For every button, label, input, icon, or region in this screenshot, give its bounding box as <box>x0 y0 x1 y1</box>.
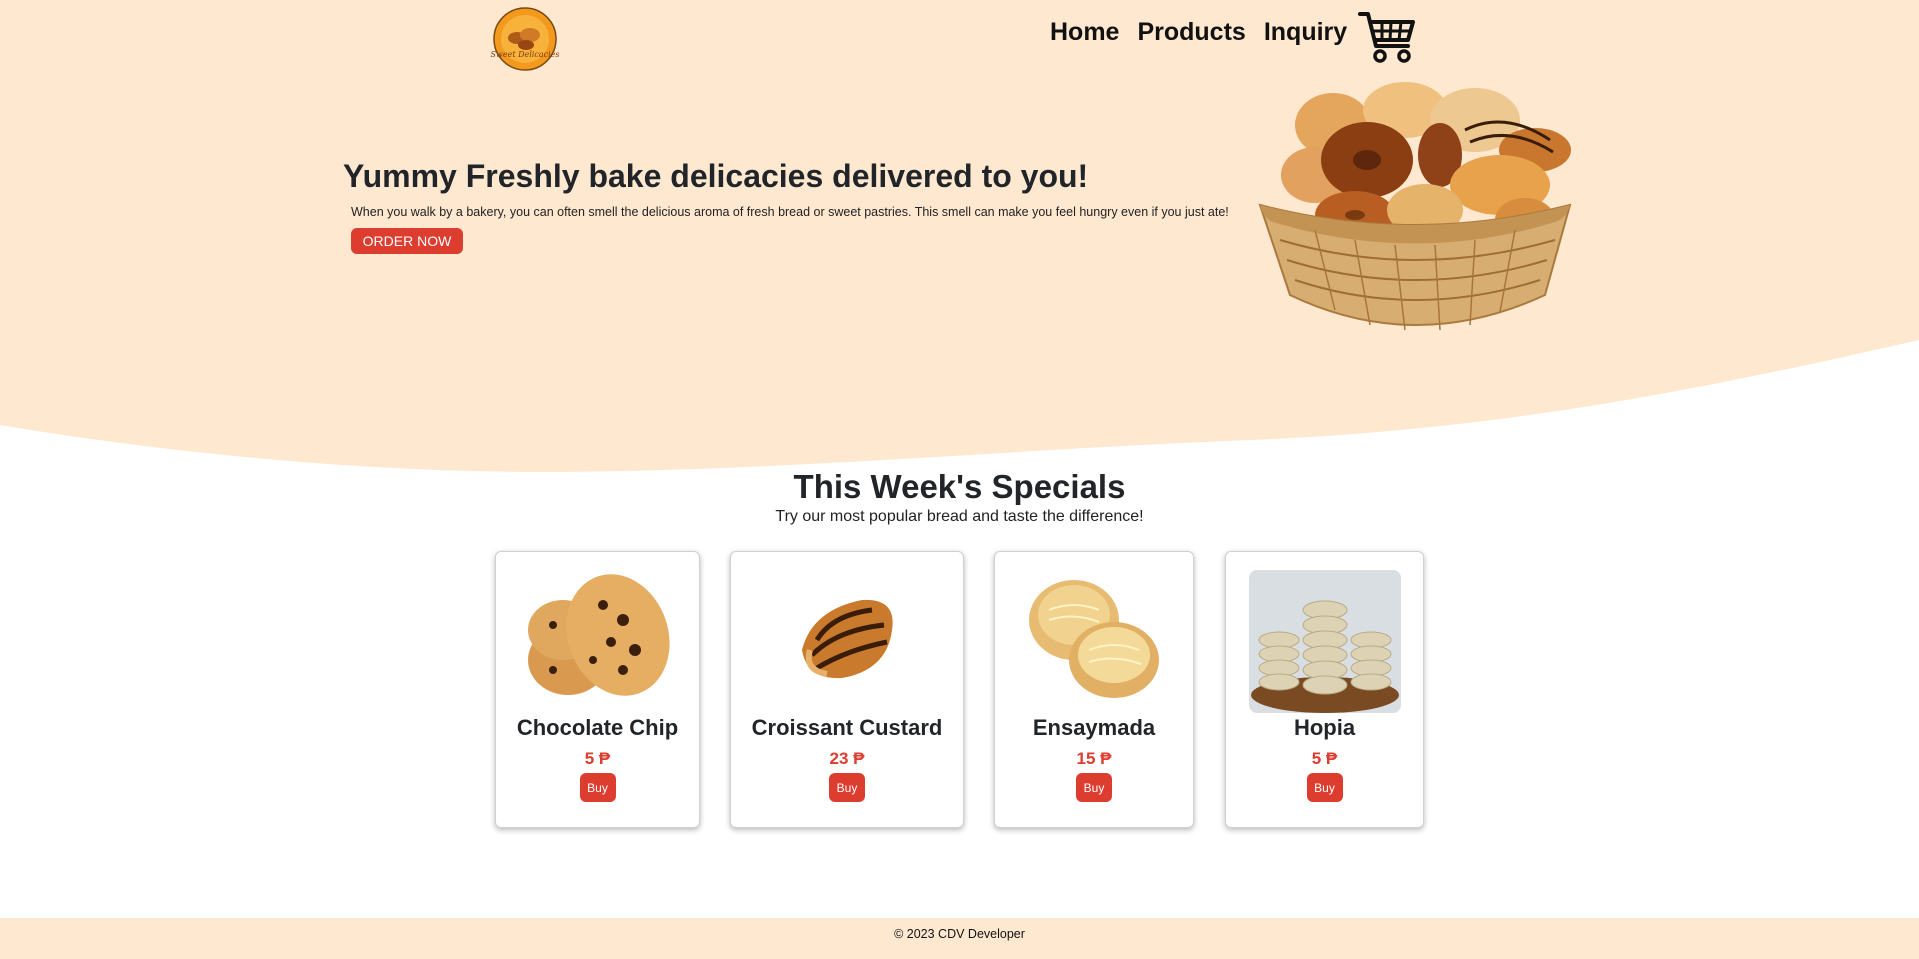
product-card-ensaymada: Ensaymada 15 ₱ Buy <box>994 551 1194 828</box>
product-card-chocolate-chip: Chocolate Chip 5 ₱ Buy <box>495 551 700 828</box>
hopia-image <box>1248 570 1401 713</box>
product-price: 23 ₱ <box>829 749 865 768</box>
footer: © 2023 CDV Developer <box>0 918 1919 959</box>
buy-button-chocolate-chip[interactable]: Buy <box>579 773 616 802</box>
footer-copyright: © 2023 CDV Developer <box>894 927 1025 941</box>
buy-button-croissant-custard[interactable]: Buy <box>829 773 865 802</box>
chocolate-chip-cookie-image <box>527 574 670 696</box>
product-price: 15 ₱ <box>1076 749 1112 768</box>
product-name: Hopia <box>1293 715 1356 740</box>
cart-icon[interactable] <box>1358 10 1416 64</box>
specials-subtitle: Try our most popular bread and taste the… <box>775 508 1144 525</box>
product-name: Croissant Custard <box>751 715 943 740</box>
product-card-croissant-custard: Croissant Custard 23 ₱ Buy <box>730 551 964 828</box>
nav-inquiry[interactable]: Inquiry <box>1264 18 1347 47</box>
buy-button-hopia[interactable]: Buy <box>1306 773 1343 802</box>
product-price: 5 ₱ <box>584 749 611 768</box>
nav-home[interactable]: Home <box>1050 18 1119 47</box>
croissant-image <box>802 599 893 679</box>
product-name: Chocolate Chip <box>516 715 679 740</box>
logo[interactable]: Sweet Delicacies <box>490 5 560 71</box>
order-now-button[interactable]: ORDER NOW <box>351 228 463 254</box>
buy-button-ensaymada[interactable]: Buy <box>1076 773 1112 802</box>
product-name: Ensaymada <box>1032 715 1156 740</box>
product-price: 5 ₱ <box>1311 749 1338 768</box>
hero-background <box>0 0 1919 473</box>
product-card-hopia: Hopia 5 ₱ Buy <box>1225 551 1424 828</box>
bread-basket-image <box>1258 82 1572 331</box>
logo-text: Sweet Delicacies <box>491 50 560 59</box>
nav-products[interactable]: Products <box>1137 18 1245 47</box>
main-nav: Home Products Inquiry <box>1050 18 1347 47</box>
hero-title: Yummy Freshly bake delicacies delivered … <box>343 158 1089 194</box>
specials-title: This Week's Specials <box>793 468 1126 505</box>
ensaymada-image <box>1029 580 1159 698</box>
hero-description: When you walk by a bakery, you can often… <box>351 205 1229 219</box>
